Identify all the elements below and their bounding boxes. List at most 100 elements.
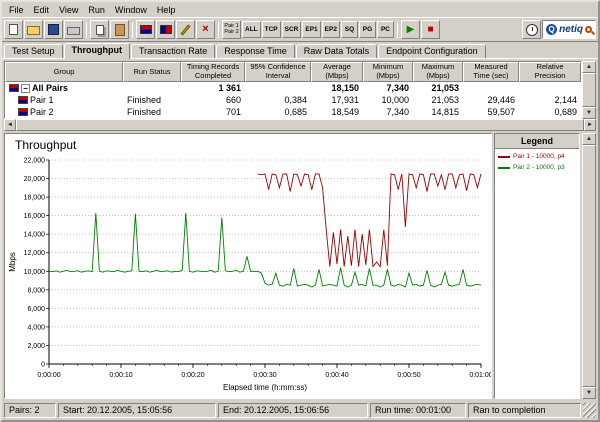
add-pair-button[interactable] xyxy=(136,20,155,39)
save-test-button[interactable] xyxy=(44,20,63,39)
open-folder-icon xyxy=(27,26,40,35)
paste-button[interactable] xyxy=(110,20,129,39)
cell-average: 17,931 xyxy=(331,95,359,105)
cell-ci: 0,685 xyxy=(284,107,307,117)
new-test-button[interactable] xyxy=(4,20,23,39)
scroll-thumb[interactable] xyxy=(582,73,596,107)
scroll-up-button[interactable]: ▲ xyxy=(582,61,596,73)
results-grid: Group Run Status Timing Records Complete… xyxy=(4,61,582,119)
stop-icon: ■ xyxy=(427,23,434,35)
chart-panel: Throughput 0 2,000 4,000 6,000 8,000 10,000 12… xyxy=(4,133,493,399)
col-timing-records[interactable]: Timing Records Completed xyxy=(181,62,245,82)
col-confidence-interval[interactable]: 95% Confidence Interval xyxy=(245,62,311,82)
scroll-down-button[interactable]: ▼ xyxy=(582,387,596,399)
table-hscrollbar[interactable]: ◄ ► xyxy=(4,119,596,131)
copy-button[interactable] xyxy=(90,20,109,39)
stop-test-button[interactable]: ■ xyxy=(420,20,440,39)
open-test-button[interactable] xyxy=(24,20,43,39)
tab-raw-data-totals[interactable]: Raw Data Totals xyxy=(295,44,378,58)
main-vscrollbar[interactable]: ▲ ▼ xyxy=(582,133,596,399)
filter-ep1-button[interactable]: EP1 xyxy=(302,21,321,38)
tab-test-setup[interactable]: Test Setup xyxy=(4,44,63,58)
delete-pair-button[interactable]: × xyxy=(196,20,215,39)
table-row-all-pairs[interactable]: − All Pairs 1 361 18,150 7,340 21,053 xyxy=(5,82,581,94)
svg-text:0: 0 xyxy=(41,362,45,369)
cell-minimum: 7,340 xyxy=(386,83,409,93)
cell-group: Pair 1 xyxy=(30,95,54,105)
tab-transaction-rate[interactable]: Transaction Rate xyxy=(131,44,216,58)
filter-pg-button[interactable]: PG xyxy=(358,21,376,38)
cell-group: All Pairs xyxy=(32,83,69,93)
svg-text:Elapsed time (h:mm:ss): Elapsed time (h:mm:ss) xyxy=(223,383,307,392)
scroll-left-button[interactable]: ◄ xyxy=(4,119,16,131)
filter-pc-button[interactable]: PC xyxy=(376,21,394,38)
table-vscrollbar[interactable]: ▲ ▼ xyxy=(582,61,596,119)
col-relative-precision[interactable]: Relative Precision xyxy=(519,62,581,82)
tab-throughput[interactable]: Throughput xyxy=(63,43,131,59)
legend-item-pair1[interactable]: Pair 1 - 10000, p4 xyxy=(495,149,579,160)
svg-text:0:01:00: 0:01:00 xyxy=(469,372,491,379)
tab-response-time[interactable]: Response Time xyxy=(216,44,295,58)
filter-scr-button[interactable]: SCR xyxy=(281,21,302,38)
print-button[interactable] xyxy=(64,20,83,39)
scroll-thumb[interactable] xyxy=(16,119,584,131)
status-end-time: End: 20.12.2005, 15:06:56 xyxy=(218,403,368,418)
toolbar-separator xyxy=(218,21,219,38)
col-measured-time[interactable]: Measured Time (sec) xyxy=(463,62,519,82)
cell-precision: 0,689 xyxy=(554,107,577,117)
cell-ci: 0,384 xyxy=(284,95,307,105)
filter-ep2-button[interactable]: EP2 xyxy=(321,21,340,38)
timer-button[interactable] xyxy=(522,20,542,39)
pair-icon xyxy=(18,108,28,116)
cell-time: 59,507 xyxy=(487,107,515,117)
scroll-up-button[interactable]: ▲ xyxy=(582,133,596,145)
filter-tcp-button[interactable]: TCP xyxy=(261,21,281,38)
add-group-icon xyxy=(159,25,172,34)
menu-edit[interactable]: Edit xyxy=(29,4,55,16)
filter-all-button[interactable]: ALL xyxy=(242,21,261,38)
legend-panel: Legend Pair 1 - 10000, p4 Pair 2 - 10000… xyxy=(494,133,580,399)
cell-maximum: 21,053 xyxy=(431,95,459,105)
cell-minimum: 7,340 xyxy=(386,107,409,117)
run-test-button[interactable]: ▶ xyxy=(400,20,420,39)
svg-text:12,000: 12,000 xyxy=(24,250,46,257)
scroll-down-button[interactable]: ▼ xyxy=(582,107,596,119)
resize-grip[interactable] xyxy=(583,403,596,418)
svg-text:0:00:30: 0:00:30 xyxy=(253,372,276,379)
edit-pair-button[interactable] xyxy=(176,20,195,39)
edit-pencil-icon xyxy=(180,23,191,36)
pair-visibility-button[interactable]: Pair 1 Pair 2 xyxy=(222,20,241,39)
menu-view[interactable]: View xyxy=(54,4,83,16)
col-average[interactable]: Average (Mbps) xyxy=(311,62,363,82)
col-run-status[interactable]: Run Status xyxy=(123,62,181,82)
group-icon xyxy=(9,84,19,92)
filter-sq-button[interactable]: SQ xyxy=(340,21,358,38)
svg-text:2,000: 2,000 xyxy=(27,343,45,350)
col-group[interactable]: Group xyxy=(5,62,123,82)
svg-text:22,000: 22,000 xyxy=(24,158,46,165)
netiq-logo: Q netiq xyxy=(542,20,596,39)
toolbar-separator xyxy=(86,21,87,38)
status-pairs: Pairs: 2 xyxy=(4,403,56,418)
menu-window[interactable]: Window xyxy=(110,4,152,16)
col-maximum[interactable]: Maximum (Mbps) xyxy=(413,62,463,82)
scroll-thumb[interactable] xyxy=(582,145,596,387)
cell-run-status: Finished xyxy=(127,107,162,117)
table-row-pair-2[interactable]: Pair 2 Finished 701 0,685 18,549 7,340 1… xyxy=(5,106,581,118)
menu-run[interactable]: Run xyxy=(83,4,110,16)
add-group-button[interactable] xyxy=(156,20,175,39)
svg-text:20,000: 20,000 xyxy=(24,176,46,183)
table-row-pair-1[interactable]: Pair 1 Finished 660 0,384 17,931 10,000 … xyxy=(5,94,581,106)
scroll-right-button[interactable]: ► xyxy=(584,119,596,131)
svg-text:Mbps: Mbps xyxy=(8,252,17,272)
status-result: Ran to completion xyxy=(468,403,581,418)
cell-precision: 2,144 xyxy=(554,95,577,105)
tab-endpoint-configuration[interactable]: Endpoint Configuration xyxy=(378,44,486,58)
legend-item-pair2[interactable]: Pair 2 - 10000, p3 xyxy=(495,160,579,171)
menu-file[interactable]: File xyxy=(4,4,29,16)
col-minimum[interactable]: Minimum (Mbps) xyxy=(363,62,413,82)
collapse-toggle[interactable]: − xyxy=(21,83,30,93)
magnifier-icon xyxy=(585,26,592,33)
clock-icon xyxy=(525,23,538,36)
menu-help[interactable]: Help xyxy=(152,4,181,16)
